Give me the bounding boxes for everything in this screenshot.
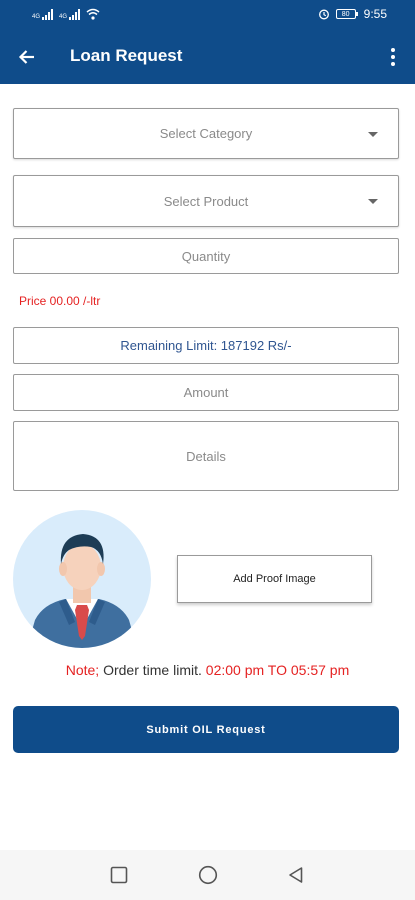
- alarm-icon: [318, 9, 329, 20]
- overflow-menu-button[interactable]: [383, 42, 403, 72]
- battery-level: 80: [335, 9, 356, 19]
- amount-input[interactable]: Amount: [13, 374, 399, 411]
- quantity-input[interactable]: Quantity: [13, 238, 399, 274]
- caret-down-icon: [368, 199, 378, 204]
- wifi-icon: [86, 8, 100, 20]
- back-button[interactable]: [12, 42, 42, 72]
- add-proof-image-button[interactable]: Add Proof Image: [177, 555, 372, 603]
- product-dropdown[interactable]: Select Product: [13, 175, 399, 227]
- circle-icon: [198, 865, 218, 885]
- submit-oil-request-button[interactable]: Submit OIL Request: [13, 706, 399, 753]
- system-indicators: 80 9:55: [318, 7, 387, 21]
- add-proof-image-label: Add Proof Image: [233, 573, 316, 585]
- price-text: Price 00.00 /-ltr: [19, 294, 101, 308]
- square-icon: [110, 866, 128, 884]
- signal-icon: 4G: [59, 9, 81, 20]
- order-time-note: Note; Order time limit. 02:00 pm TO 05:5…: [0, 662, 415, 678]
- note-text: Order time limit.: [103, 662, 202, 678]
- recent-apps-button[interactable]: [106, 862, 132, 888]
- app-bar: Loan Request: [0, 30, 415, 84]
- battery-icon: 80: [335, 9, 358, 19]
- status-bar: 4G 4G 80 9:55: [0, 0, 415, 30]
- product-placeholder: Select Product: [163, 193, 249, 209]
- remaining-limit-text: Remaining Limit: 187192 Rs/-: [120, 338, 292, 353]
- category-placeholder: Select Category: [159, 126, 253, 141]
- triangle-icon: [289, 867, 303, 883]
- home-button[interactable]: [195, 862, 221, 888]
- submit-label: Submit OIL Request: [146, 723, 266, 736]
- page-title: Loan Request: [70, 46, 183, 65]
- system-navigation-bar: [0, 850, 415, 900]
- system-back-button[interactable]: [283, 862, 309, 888]
- more-vertical-icon: [391, 48, 395, 66]
- signal-icon: 4G: [32, 9, 54, 20]
- note-prefix: Note;: [65, 662, 100, 678]
- category-dropdown[interactable]: Select Category: [13, 108, 399, 159]
- amount-placeholder: Amount: [183, 385, 229, 400]
- avatar: [13, 510, 151, 648]
- caret-down-icon: [368, 131, 378, 137]
- network-type-label: 4G: [59, 14, 68, 20]
- network-type-label: 4G: [32, 14, 41, 20]
- remaining-limit-box: Remaining Limit: 187192 Rs/-: [13, 327, 399, 364]
- quantity-placeholder: Quantity: [181, 248, 231, 264]
- details-placeholder: Details: [186, 448, 226, 464]
- details-input[interactable]: Details: [13, 421, 399, 491]
- clock-time: 9:55: [363, 7, 387, 21]
- note-time-range: 02:00 pm TO 05:57 pm: [205, 662, 350, 678]
- network-indicators: 4G 4G: [32, 8, 100, 20]
- arrow-left-icon: [18, 50, 34, 64]
